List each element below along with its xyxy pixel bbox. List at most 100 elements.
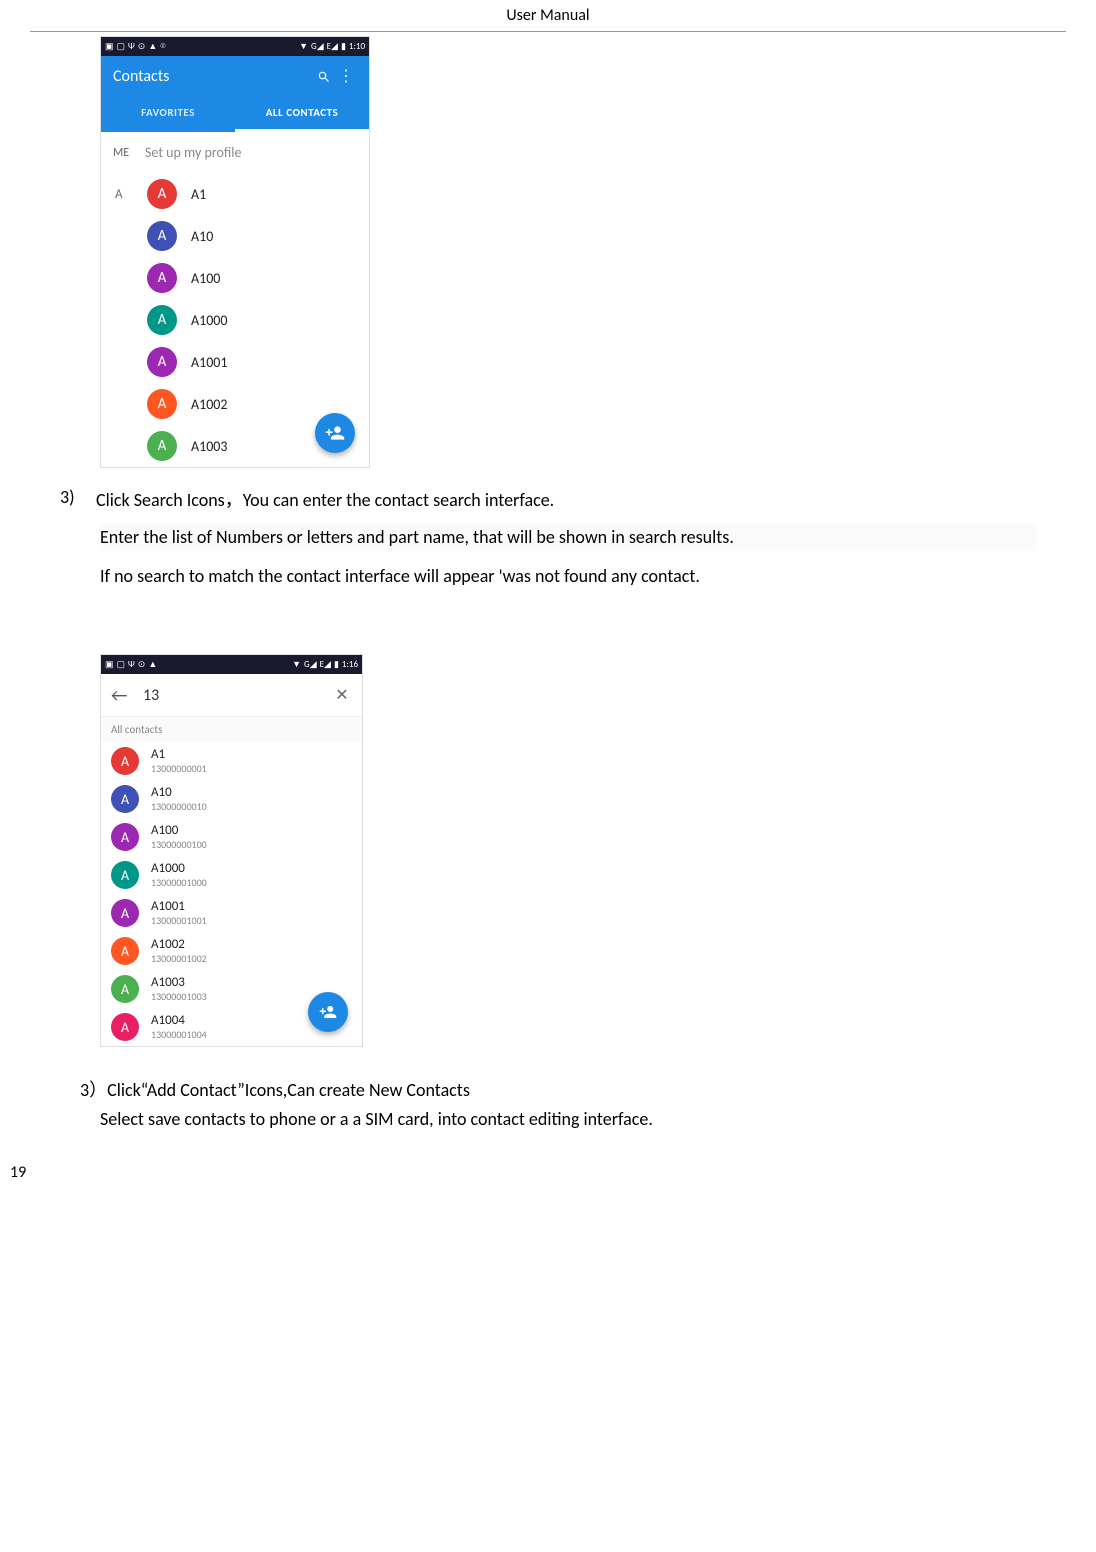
avatar: A [111,899,139,927]
page-header: User Manual [30,0,1066,32]
contact-row[interactable]: A A A1 [101,173,369,215]
search-header: ← 13 ✕ [101,674,362,717]
step-text: Click Search Icons，You can enter the con… [96,486,1036,512]
contact-name: A100 [191,270,220,287]
status-right: ▼ G◢ E◢ ▮ 1:10 [299,41,365,52]
sim-icon: ▣ [105,41,114,52]
signal-g-icon: G◢ [311,41,324,52]
step3b-line2: Select save contacts to phone or a a SIM… [100,1106,1036,1133]
signal-e-icon: E◢ [320,659,331,670]
status-right-2: ▼ G◢ E◢ ▮ 1:16 [292,659,358,670]
avatar: A [111,975,139,1003]
contact-name: A1003 [151,975,352,990]
contact-name: A100 [151,823,352,838]
avatar: A [147,305,177,335]
debug-icon: ⊙ [138,659,146,670]
contact-row[interactable]: A A1013000000010 [101,780,362,818]
tab-all-contacts[interactable]: ALL CONTACTS [235,96,369,132]
contact-row[interactable]: A A113000000001 [101,742,362,780]
avatar: A [111,937,139,965]
signal-e-icon: E◢ [327,41,338,52]
me-label: ME [113,146,145,160]
avatar: A [111,785,139,813]
bug-icon: ⌾ [160,41,165,52]
contact-name: A1001 [191,354,227,371]
avatar: A [111,747,139,775]
avatar: A [147,389,177,419]
warning-icon: ▲ [148,659,157,670]
app-header: Contacts ⋮ FAVORITES ALL CONTACTS [101,56,369,132]
avatar: A [111,861,139,889]
contact-name: A1 [191,186,206,203]
status-left-2: ▣ ▢ Ψ ⊙ ▲ [105,659,157,670]
avatar: A [147,179,177,209]
contact-row[interactable]: A A10 [101,215,369,257]
status-left: ▣ ▢ Ψ ⊙ ▲ ⌾ [105,41,166,52]
contact-info: A10013000000100 [151,823,352,851]
contact-info: A100013000001000 [151,861,352,889]
contact-row[interactable]: A A10013000000100 [101,818,362,856]
signal-g-icon: G◢ [304,659,317,670]
contact-row[interactable]: A A100013000001000 [101,856,362,894]
avatar: A [111,1013,139,1041]
avatar: A [111,823,139,851]
contact-info: A113000000001 [151,747,352,775]
overflow-menu-icon[interactable]: ⋮ [335,66,357,86]
step3-line1c: an enter the contact search interface. [281,489,555,511]
battery-icon: ▮ [334,659,339,670]
step3b-line1: Click“Add Contact”Icons,Can create New C… [107,1079,470,1101]
step-number: 3) [60,486,96,512]
contact-number: 13000001001 [151,914,352,927]
contact-number: 13000001000 [151,876,352,889]
contact-number: 13000000100 [151,838,352,851]
avatar: A [147,221,177,251]
page-number: 19 [10,1163,1096,1182]
usb-icon: Ψ [128,41,135,52]
usb-icon: Ψ [128,659,135,670]
contact-name: A10 [191,228,213,245]
step3-line1a: Click Search Icons， [96,489,243,511]
contact-info: A100213000001002 [151,937,352,965]
section-letter: A [115,187,123,202]
page-content: ▣ ▢ Ψ ⊙ ▲ ⌾ ▼ G◢ E◢ ▮ 1:10 Contacts ⋮ [0,36,1096,1163]
contact-number: 13000000010 [151,800,352,813]
contact-row[interactable]: A A1001 [101,341,369,383]
step3-line1b: You c [243,489,281,511]
search-app-screenshot: ▣ ▢ Ψ ⊙ ▲ ▼ G◢ E◢ ▮ 1:16 ← 13 ✕ All cont… [100,654,363,1047]
contact-row[interactable]: AA100113000001001 [101,894,362,932]
clear-icon[interactable]: ✕ [332,685,352,705]
step3-line3: If no search to match the contact interf… [100,563,1036,590]
contact-row[interactable]: A A100 [101,257,369,299]
contact-row[interactable]: A A100213000001002 [101,932,362,970]
search-icon[interactable] [313,67,335,86]
contacts-app-screenshot: ▣ ▢ Ψ ⊙ ▲ ⌾ ▼ G◢ E◢ ▮ 1:10 Contacts ⋮ [100,36,370,468]
contact-name: A1000 [151,861,352,876]
add-contact-fab-2[interactable] [308,992,348,1032]
back-icon[interactable]: ← [111,684,135,706]
status-bar: ▣ ▢ Ψ ⊙ ▲ ⌾ ▼ G◢ E◢ ▮ 1:10 [101,37,369,56]
clock-text: 1:10 [349,41,365,52]
add-contact-fab[interactable] [315,413,355,453]
contact-name: A1002 [191,396,227,413]
step3b-prefix: 3） [80,1079,107,1101]
contact-name: A1 [151,747,352,762]
avatar: A [147,263,177,293]
all-contacts-label: All contacts [101,717,362,742]
search-input[interactable]: 13 [135,686,332,705]
wifi-icon: ▼ [292,659,301,670]
me-text: Set up my profile [145,144,241,161]
avatar: A [147,347,177,377]
contact-name: A1002 [151,937,352,952]
contact-name: A1000 [191,312,227,329]
me-profile-row[interactable]: ME Set up my profile [101,132,369,173]
clock-text-2: 1:16 [342,659,358,670]
warning-icon: ▲ [148,41,157,52]
app-title: Contacts [113,67,313,86]
tab-favorites[interactable]: FAVORITES [101,96,235,132]
contact-name: A10 [151,785,352,800]
contact-row[interactable]: A A1000 [101,299,369,341]
contact-number: 13000001002 [151,952,352,965]
avatar: A [147,431,177,461]
battery-icon: ▮ [341,41,346,52]
step3-line2: Enter the list of Numbers or letters and… [100,524,1036,551]
